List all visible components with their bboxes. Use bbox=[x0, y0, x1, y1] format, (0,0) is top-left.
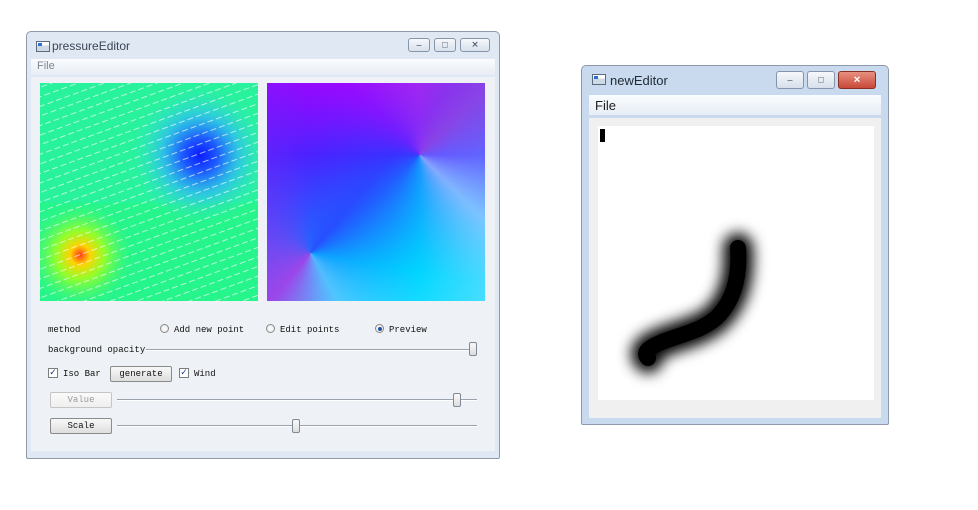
pressure-client-area: method Add new point Edit points Preview… bbox=[31, 77, 495, 451]
drawing-canvas[interactable] bbox=[598, 126, 874, 400]
menu-file[interactable]: File bbox=[37, 60, 55, 72]
minimize-button[interactable]: – bbox=[408, 38, 430, 52]
pressure-editor-window: pressureEditor – □ ✕ File method Add new… bbox=[26, 31, 500, 459]
radio-edit-points-label[interactable]: Edit points bbox=[280, 325, 339, 335]
window-title: newEditor bbox=[610, 73, 668, 88]
radio-add-new-point-label[interactable]: Add new point bbox=[174, 325, 244, 335]
minimize-icon: – bbox=[416, 39, 422, 50]
minimize-button[interactable]: – bbox=[776, 71, 804, 89]
menu-file[interactable]: File bbox=[595, 98, 616, 113]
scale-button[interactable]: Scale bbox=[50, 418, 112, 434]
radio-preview[interactable] bbox=[375, 324, 384, 333]
generate-button[interactable]: generate bbox=[110, 366, 172, 382]
method-label: method bbox=[48, 325, 81, 335]
menubar: File bbox=[589, 95, 881, 115]
value-slider-track[interactable] bbox=[117, 399, 477, 401]
maximize-button[interactable]: □ bbox=[434, 38, 456, 52]
background-opacity-handle[interactable] bbox=[469, 342, 477, 356]
wind-label[interactable]: Wind bbox=[194, 369, 216, 379]
radio-edit-points[interactable] bbox=[266, 324, 275, 333]
background-opacity-track[interactable] bbox=[146, 349, 476, 351]
maximize-button[interactable]: □ bbox=[807, 71, 835, 89]
value-button[interactable]: Value bbox=[50, 392, 112, 408]
maximize-icon: □ bbox=[442, 39, 448, 50]
scale-slider-handle[interactable] bbox=[292, 419, 300, 433]
app-window-icon bbox=[36, 41, 50, 52]
iso-bar-checkbox[interactable]: ✓ bbox=[48, 368, 58, 378]
close-icon: ✕ bbox=[471, 39, 479, 50]
pressure-gradient-b bbox=[267, 83, 485, 301]
iso-bar-label[interactable]: Iso Bar bbox=[63, 369, 101, 379]
value-slider-handle[interactable] bbox=[453, 393, 461, 407]
wind-field-canvas[interactable] bbox=[40, 83, 258, 301]
new-editor-window: newEditor – □ ✕ File bbox=[581, 65, 889, 425]
pressure-editor-titlebar[interactable]: pressureEditor – □ ✕ bbox=[27, 32, 499, 56]
close-button[interactable]: ✕ bbox=[838, 71, 876, 89]
window-title: pressureEditor bbox=[52, 39, 131, 53]
radio-add-new-point[interactable] bbox=[160, 324, 169, 333]
wind-checkbox[interactable]: ✓ bbox=[179, 368, 189, 378]
brush-stroke bbox=[631, 233, 754, 373]
pressure-field-canvas[interactable] bbox=[267, 83, 485, 301]
close-button[interactable]: ✕ bbox=[460, 38, 490, 52]
app-window-icon bbox=[592, 74, 606, 85]
minimize-icon: – bbox=[787, 74, 793, 85]
menubar: File bbox=[31, 59, 495, 75]
background-opacity-label: background opacity bbox=[48, 345, 146, 355]
new-editor-client-area bbox=[589, 118, 881, 418]
radio-preview-label[interactable]: Preview bbox=[389, 325, 427, 335]
wind-field-graphic bbox=[40, 83, 258, 301]
maximize-icon: □ bbox=[818, 74, 824, 85]
close-icon: ✕ bbox=[853, 74, 861, 85]
new-editor-titlebar[interactable]: newEditor – □ ✕ bbox=[582, 66, 888, 94]
